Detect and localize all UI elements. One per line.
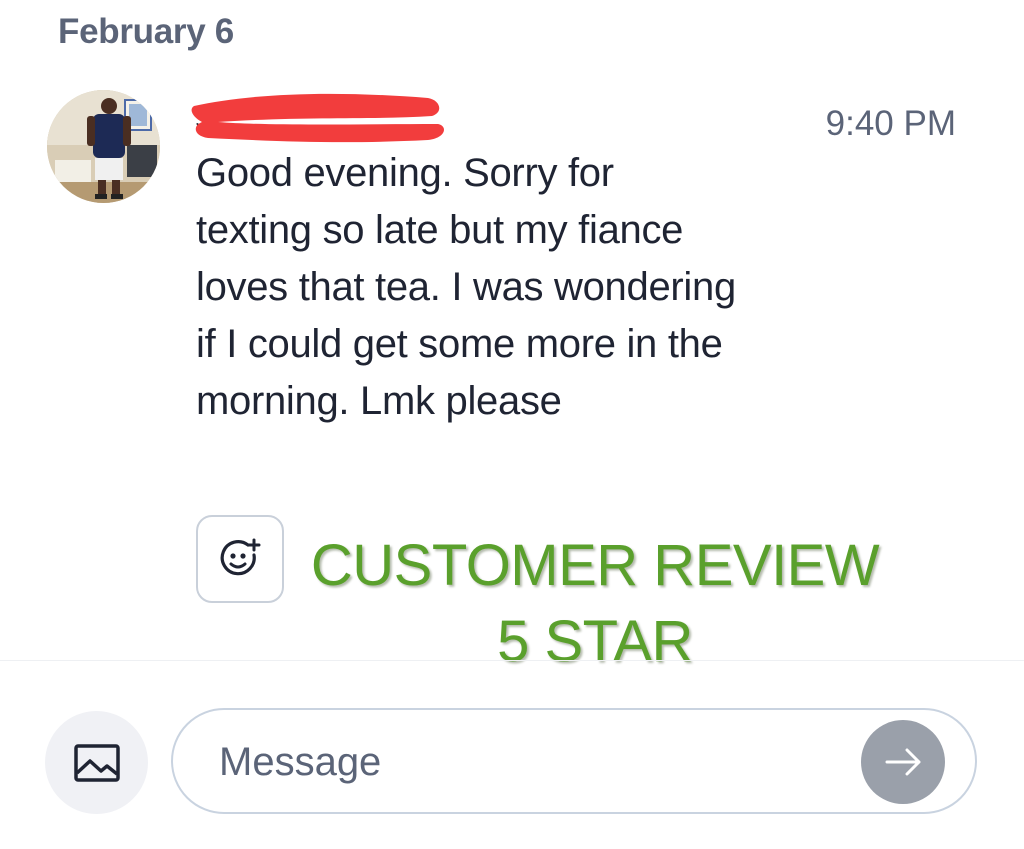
message-timestamp: 9:40 PM: [825, 104, 956, 143]
add-reaction-button[interactable]: [196, 515, 284, 603]
add-emoji-icon: [220, 538, 261, 576]
attach-image-button[interactable]: [45, 711, 148, 814]
review-overlay-line1: CUSTOMER REVIEW: [310, 533, 880, 598]
avatar-photo-icon: [47, 90, 160, 203]
image-icon: [73, 743, 120, 782]
review-overlay-caption: CUSTOMER REVIEW 5 STAR: [300, 528, 890, 680]
composer-divider: [0, 660, 1024, 661]
date-header: February 6: [58, 12, 234, 51]
message-input-field[interactable]: [171, 708, 977, 814]
sender-avatar[interactable]: [47, 90, 160, 203]
message-input[interactable]: [217, 728, 841, 796]
message-body: Good evening. Sorry for texting so late …: [196, 151, 736, 423]
arrow-right-icon: [885, 748, 921, 776]
review-overlay-line2: 5 STAR: [497, 609, 693, 674]
send-button[interactable]: [861, 720, 945, 804]
